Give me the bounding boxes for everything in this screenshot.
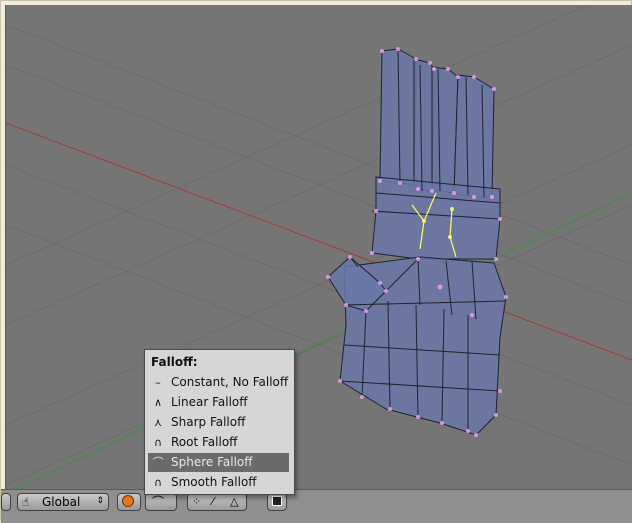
mode-select-stub[interactable]: [1, 493, 11, 511]
menu-item-smooth-falloff[interactable]: ∩ Smooth Falloff: [148, 473, 289, 492]
render-preview-button[interactable]: [267, 493, 287, 511]
proportional-edit-icon: [122, 495, 134, 507]
constant-falloff-icon: –: [155, 376, 161, 389]
menu-item-sphere-falloff[interactable]: ⌒ Sphere Falloff: [148, 453, 289, 472]
edge-select-icon[interactable]: ⁄: [212, 494, 214, 510]
smooth-falloff-icon: ∩: [153, 476, 163, 489]
vertex-select-icon[interactable]: ⁘: [192, 494, 201, 510]
linear-falloff-icon: ∧: [153, 396, 163, 409]
blender-window: ☝ Global ⇕ ⌒ ⁘ ⁄ △ Falloff: – Constant, …: [0, 0, 632, 523]
root-falloff-icon: ∩: [153, 436, 163, 449]
menu-item-root-falloff[interactable]: ∩ Root Falloff: [148, 433, 289, 452]
3d-viewport[interactable]: [5, 5, 632, 489]
sphere-falloff-icon: ⌒: [152, 495, 165, 509]
transform-orientation-value: Global: [42, 495, 81, 509]
menu-item-linear-falloff[interactable]: ∧ Linear Falloff: [148, 393, 289, 412]
falloff-select[interactable]: ⌒: [145, 493, 177, 511]
grid: [6, 5, 632, 486]
y-axis-line: [15, 192, 632, 489]
face-select-icon[interactable]: △: [230, 494, 238, 510]
transform-orientation-select[interactable]: ☝ Global ⇕: [17, 493, 109, 511]
falloff-menu-title: Falloff:: [151, 355, 198, 369]
sharp-falloff-icon: ⋏: [153, 416, 163, 429]
hand-mesh[interactable]: [326, 47, 508, 437]
select-mode-group[interactable]: ⁘ ⁄ △: [187, 493, 247, 511]
menu-item-constant-falloff[interactable]: – Constant, No Falloff: [148, 373, 289, 392]
menu-item-sharp-falloff[interactable]: ⋏ Sharp Falloff: [148, 413, 289, 432]
3d-view-header: ☝ Global ⇕ ⌒ ⁘ ⁄ △: [1, 489, 632, 523]
sphere-falloff-icon: ⌒: [152, 456, 164, 469]
proportional-edit-toggle[interactable]: [117, 493, 141, 511]
render-icon: [272, 496, 282, 506]
hand-icon: ☝: [22, 495, 30, 509]
x-axis-line: [6, 122, 632, 361]
viewport-canvas[interactable]: [6, 5, 632, 489]
falloff-menu: Falloff: – Constant, No Falloff ∧ Linear…: [144, 349, 295, 495]
updown-arrows-icon: ⇕: [96, 496, 104, 506]
